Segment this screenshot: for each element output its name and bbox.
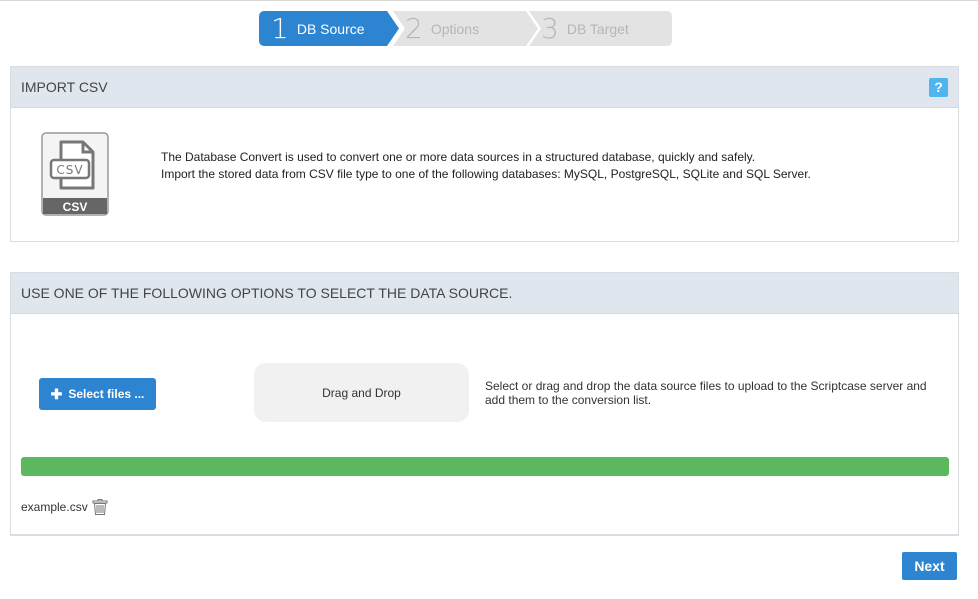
step-number: 3 <box>541 12 559 45</box>
data-source-panel: USE ONE OF THE FOLLOWING OPTIONS TO SELE… <box>10 272 959 536</box>
help-icon[interactable]: ? <box>929 78 948 97</box>
import-csv-panel: IMPORT CSV ? CSV CSV The Database Conver… <box>10 66 959 242</box>
csv-file-icon: CSV CSV <box>41 132 109 216</box>
wizard-step-db-target[interactable]: 3 DB Target <box>529 11 672 46</box>
description: The Database Convert is used to convert … <box>161 149 811 183</box>
file-name: example.csv <box>21 500 88 514</box>
upload-hint: Select or drag and drop the data source … <box>485 379 927 407</box>
uploaded-file-item: example.csv <box>21 499 108 515</box>
plus-icon: ✚ <box>50 385 63 402</box>
panel-title: IMPORT CSV <box>21 79 108 95</box>
step-number: 1 <box>271 12 289 45</box>
select-files-button[interactable]: ✚ Select files ... <box>39 378 156 410</box>
panel-header: IMPORT CSV ? <box>11 67 958 108</box>
trash-icon[interactable] <box>92 499 108 515</box>
step-label: DB Source <box>296 20 365 37</box>
drag-and-drop-zone[interactable]: Drag and Drop <box>254 363 469 422</box>
select-files-label: Select files ... <box>68 387 145 401</box>
step-number: 2 <box>405 12 423 45</box>
panel-title: USE ONE OF THE FOLLOWING OPTIONS TO SELE… <box>21 285 513 301</box>
next-button[interactable]: Next <box>902 552 957 580</box>
step-label: DB Target <box>566 20 629 37</box>
upload-progress-bar <box>21 457 949 476</box>
step-label: Options <box>430 20 480 37</box>
csv-icon-label: CSV <box>63 200 88 214</box>
wizard-steps: 1 DB Source 2 Options 3 DB Target <box>259 11 672 46</box>
csv-icon-text: CSV <box>56 163 83 177</box>
description-line: The Database Convert is used to convert … <box>161 150 756 164</box>
panel-header: USE ONE OF THE FOLLOWING OPTIONS TO SELE… <box>11 273 958 314</box>
top-divider <box>0 0 978 1</box>
wizard-step-db-source[interactable]: 1 DB Source <box>259 11 399 46</box>
drop-zone-label: Drag and Drop <box>322 385 401 400</box>
description-line: Import the stored data from CSV file typ… <box>161 167 811 181</box>
wizard-step-options[interactable]: 2 Options <box>393 11 538 46</box>
